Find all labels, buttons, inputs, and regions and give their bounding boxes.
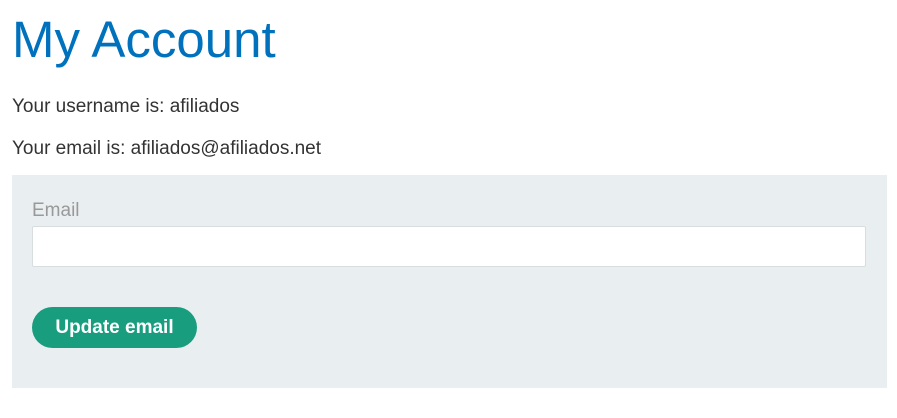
email-input[interactable] <box>32 226 866 267</box>
page-title: My Account <box>12 11 276 68</box>
update-email-button[interactable]: Update email <box>32 307 197 348</box>
username-text: Your username is: afiliados <box>12 96 240 117</box>
update-email-form: Email Update email <box>12 175 887 388</box>
email-text: Your email is: afiliados@afiliados.net <box>12 138 322 159</box>
email-label: Email <box>32 200 80 221</box>
